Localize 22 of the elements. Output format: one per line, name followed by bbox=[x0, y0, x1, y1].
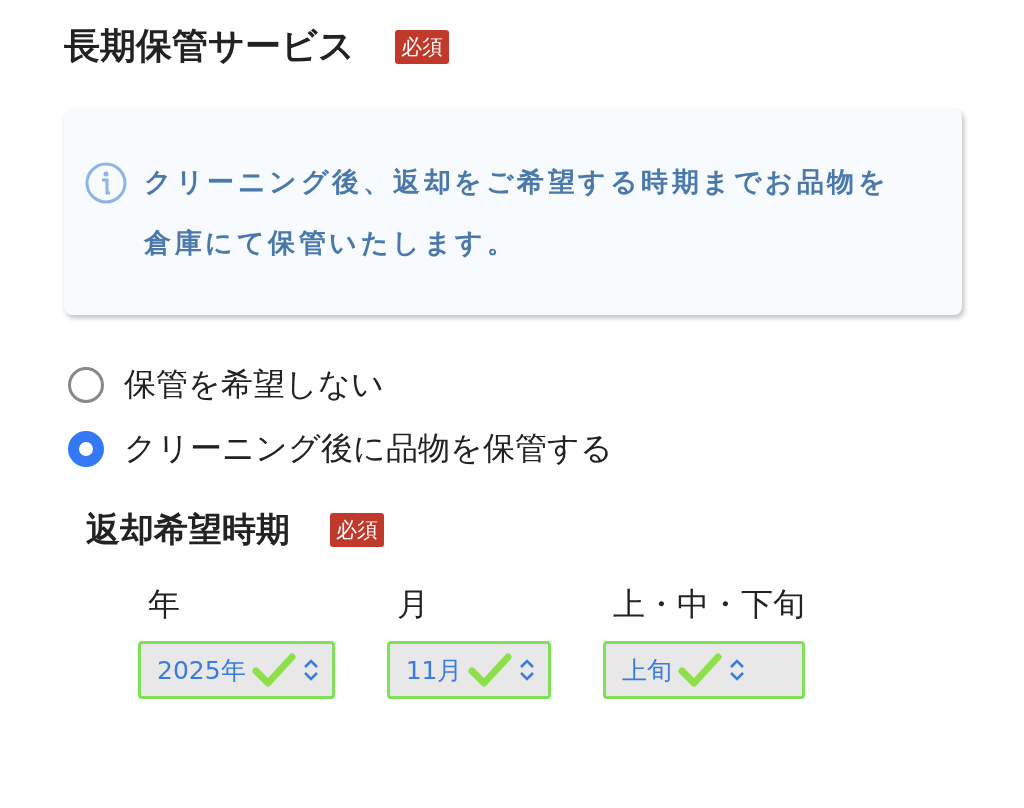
field-label: 月 bbox=[395, 584, 430, 625]
select-field[interactable]: 11月 bbox=[386, 641, 552, 699]
chevron-updown-icon bbox=[518, 657, 537, 683]
check-icon bbox=[468, 653, 513, 687]
required-badge: 必須 bbox=[330, 513, 384, 547]
required-badge: 必須 bbox=[395, 29, 449, 64]
check-icon bbox=[678, 653, 723, 687]
radio-option[interactable]: クリーニング後に品物を保管する bbox=[64, 427, 1024, 471]
chevron-updown-icon bbox=[301, 657, 320, 683]
radio-icon[interactable] bbox=[68, 431, 104, 467]
radio-icon[interactable] bbox=[68, 367, 104, 403]
field-label: 年 bbox=[147, 584, 181, 625]
field-label: 上・中・下旬 bbox=[612, 584, 806, 625]
info-icon bbox=[84, 161, 128, 205]
chevron-updown-icon bbox=[728, 657, 747, 683]
check-icon bbox=[251, 653, 296, 687]
subsection-title: 返却希望時期 bbox=[86, 508, 290, 551]
section-title: 長期保管サービス bbox=[64, 24, 355, 68]
info-text: クリーニング後、返却をご希望する時期までお品物を倉庫にて保管いたします。 bbox=[144, 165, 890, 260]
select-field[interactable]: 2025年 bbox=[138, 641, 335, 699]
radio-option[interactable]: 保管を希望しない bbox=[64, 363, 1024, 407]
select-field[interactable]: 上旬 bbox=[603, 641, 806, 699]
